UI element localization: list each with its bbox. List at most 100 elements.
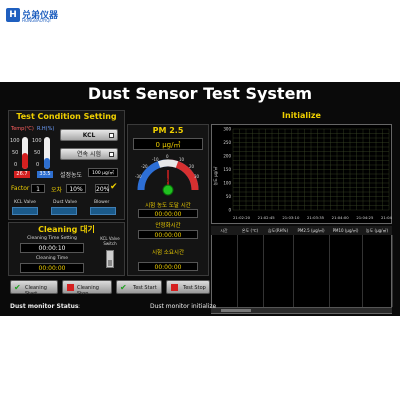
x-tick-label: 21:04:25 (356, 215, 374, 220)
setpoint-input[interactable]: 100 μg/㎥ (88, 168, 118, 177)
test-start-button[interactable]: ✔ Test Start (116, 280, 162, 294)
factor-input[interactable]: 1 (31, 184, 45, 193)
reach-time-label: 시험 농도 도달 시간 (145, 203, 191, 209)
pm-value: 0 μg/㎥ (133, 138, 203, 150)
y-tick-label: 100 (223, 181, 231, 186)
reach-time-value: 00:00:00 (138, 209, 198, 218)
x-tick-label: 21:03:10 (282, 215, 300, 220)
test-stop-label: Test Stop (183, 285, 206, 291)
dust-valve-indicator[interactable] (51, 207, 77, 215)
y-tick-label: 150 (223, 167, 231, 172)
y-tick-label: 300 (223, 127, 231, 132)
blower-indicator[interactable] (90, 207, 116, 215)
brand-sub: HONGBAOYIQI (22, 18, 51, 23)
table-column-header[interactable]: 시간 (211, 227, 237, 235)
y-tick-label: 250 (223, 140, 231, 145)
table-horizontal-scrollbar[interactable] (211, 307, 392, 313)
setpoint-label: 설정농도 (60, 172, 83, 179)
gauge-tick: -20 (141, 164, 148, 169)
x-tick-label: 21:02:20 (233, 215, 251, 220)
continuous-test-button[interactable]: 연속 시험 (60, 148, 118, 160)
data-table (211, 226, 392, 314)
cleaning-stop-button[interactable]: Cleaning Stop (62, 280, 112, 297)
temp-label: Temp(℃) (11, 126, 34, 132)
cleaning-time-setting-input[interactable]: 00:00:10 (20, 243, 84, 253)
table-column-header[interactable]: PM10 (μg/㎥) (329, 227, 362, 235)
table-column-divider (293, 235, 294, 307)
gauge-tick: -30 (135, 174, 142, 179)
continuous-test-label: 연속 시험 (77, 151, 101, 158)
app-title: Dust Sensor Test System (87, 84, 313, 103)
error-input[interactable]: 10% (66, 184, 86, 193)
cleaning-time-value: 00:00:00 (20, 263, 84, 273)
table-column-divider (392, 235, 393, 307)
y-tick-label: 0 (228, 208, 231, 213)
x-tick-label: 21:04:00 (332, 215, 350, 220)
temp-thermometer (22, 137, 28, 169)
error-label: 오차 (51, 187, 63, 194)
table-column-divider (263, 235, 264, 307)
cleaning-stop-label: Cleaning Stop (77, 285, 99, 297)
table-column-header[interactable]: 농도 (μg/㎥) (362, 227, 392, 235)
humid-scale-50: 50 (34, 150, 41, 156)
humid-fill (44, 158, 50, 169)
table-column-header[interactable]: PM2.5 (μg/㎥) (293, 227, 329, 235)
y-axis-label: 농도 μg/㎥ (212, 166, 218, 185)
temp-scale-100: 100 (10, 138, 20, 144)
test-condition-title: Test Condition Setting (16, 112, 117, 121)
humid-scale-100: 100 (32, 138, 42, 144)
status-message: Dust monitor initialize (150, 303, 217, 310)
check-icon: ✔ (14, 283, 21, 292)
continuous-indicator-icon (109, 152, 114, 157)
factor-label: Factor (11, 185, 30, 192)
table-column-divider (362, 235, 363, 307)
cleaning-time-setting-label: Cleaning Time Setting (27, 236, 77, 241)
temp-value: 26.7 (14, 171, 30, 178)
humid-value: 33.5 (37, 171, 53, 178)
brand-logo-icon: H (6, 8, 20, 22)
pm-title: PM 2.5 (152, 126, 184, 135)
test-start-label: Test Start (133, 285, 157, 291)
test-stop-button[interactable]: Test Stop (166, 280, 210, 294)
deviation-gauge: -30 -20 -10 0 10 20 30 0 (135, 154, 200, 196)
stop-icon (67, 284, 74, 291)
cleaning-time-label: Cleaning Time (35, 256, 69, 261)
elapsed-time-value: 00:00:00 (138, 262, 198, 271)
gauge-led-icon (162, 184, 174, 196)
kcl-valve-switch[interactable] (106, 250, 114, 268)
switch-handle[interactable] (108, 260, 112, 266)
kcl-valve-switch-label: KCL Valve Switch (100, 236, 120, 246)
stable-time-label: 안정화시간 (155, 223, 181, 229)
y-tick-label: 50 (226, 194, 232, 199)
check-icon[interactable]: ✔ (110, 182, 118, 192)
stop-icon (171, 284, 178, 291)
kcl-button[interactable]: KCL (60, 129, 118, 141)
table-column-header[interactable]: 습도(RH%) (263, 227, 293, 235)
scrollbar-thumb[interactable] (221, 309, 251, 312)
humid-thermometer (44, 137, 50, 169)
dust-valve-label: Dust Valve (53, 200, 78, 205)
percent-input[interactable]: 20% (95, 184, 109, 193)
x-tick-label: 21:02:45 (258, 215, 276, 220)
blower-label: Blower (94, 200, 110, 205)
kcl-valve-label: KCL Valve (14, 200, 36, 205)
check-icon: ✔ (120, 283, 127, 292)
kcl-button-label: KCL (82, 132, 96, 139)
x-tick-label: 21:03:35 (307, 215, 325, 220)
status-separator: : (78, 303, 81, 310)
trend-chart: 300 250 200 150 100 50 0 21:02:20 21:02:45 21:03… (212, 127, 392, 221)
humid-scale-0: 0 (36, 162, 40, 168)
gauge-tick: -10 (152, 157, 159, 162)
x-tick-label: 21:04:50 (381, 215, 392, 220)
stable-time-value: 00:00:00 (138, 230, 198, 239)
gauge-arc-white (157, 159, 179, 168)
y-tick-label: 200 (223, 154, 231, 159)
gauge-tick: 20 (189, 164, 195, 169)
cleaning-start-button[interactable]: ✔ Cleaning Start (10, 280, 58, 297)
cleaning-title: Cleaning 대기 (38, 225, 95, 234)
kcl-valve-indicator[interactable] (12, 207, 38, 215)
table-column-header[interactable]: 온도 (℃) (237, 227, 263, 235)
gauge-tick: 10 (179, 157, 185, 162)
initialize-title: Initialize (282, 111, 321, 120)
humid-label: R.H(%) (37, 126, 55, 132)
